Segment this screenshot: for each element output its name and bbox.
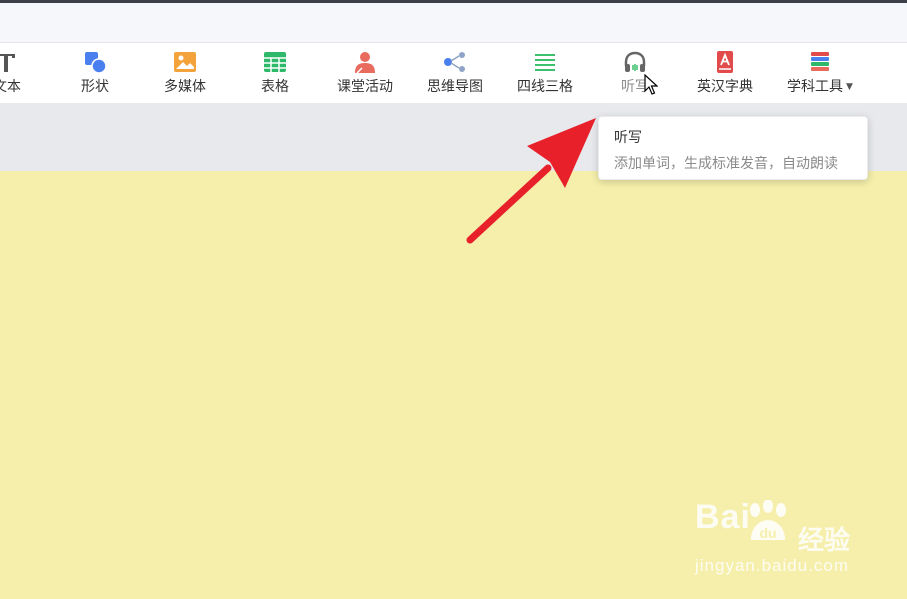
toolbar-item-label: 英汉字典 (697, 79, 753, 95)
toolbar-item-subject-tools[interactable]: 学科工具 ▼ (780, 43, 860, 103)
baidu-jingyan-watermark: Baidu du 经验 jingyan.baidu.com (695, 498, 865, 580)
tooltip-description: 添加单词，生成标准发音，自动朗读 (614, 156, 838, 172)
toolbar-item-label: 四线三格 (517, 79, 573, 95)
toolbar-item-label: 多媒体 (164, 79, 206, 95)
toolbar-item-label: 形状 (81, 79, 109, 95)
toolbar-item-mind-map[interactable]: 思维导图 (420, 43, 490, 103)
toolbar-item-label: 学科工具 (787, 79, 844, 95)
mouse-cursor-icon (644, 74, 658, 95)
table-icon (264, 52, 286, 72)
multimedia-icon (174, 52, 196, 72)
headphones-icon (624, 51, 646, 72)
watermark-chinese: 经验 (798, 526, 851, 556)
toolbar-item-label: 文本 (0, 79, 21, 95)
shape-icon (85, 52, 107, 74)
mind-map-icon (444, 52, 465, 72)
toolbar-item-label-row: 学科工具 ▼ (780, 78, 860, 96)
dictation-tooltip: 听写 添加单词，生成标准发音，自动朗读 (598, 116, 868, 180)
toolbar-item-classroom-activity[interactable]: 课堂活动 (330, 43, 400, 103)
tooltip-title: 听写 (614, 130, 642, 146)
toolbar-item-table[interactable]: 表格 (245, 43, 305, 103)
paw-icon: du (750, 500, 786, 541)
toolbar-item-label: 表格 (261, 79, 289, 95)
subject-tools-icon (811, 52, 829, 71)
text-icon (0, 54, 15, 72)
toolbar-item-four-line-grid[interactable]: 四线三格 (510, 43, 580, 103)
toolbar-item-label: 课堂活动 (337, 79, 393, 95)
title-bar (0, 3, 907, 43)
classroom-activity-icon (355, 52, 375, 74)
chevron-down-icon[interactable]: ▼ (846, 82, 853, 92)
toolbar-item-dictionary[interactable]: 英汉字典 (690, 43, 760, 103)
toolbar-item-multimedia[interactable]: 多媒体 (155, 43, 215, 103)
toolbar-item-text[interactable]: 文本 (0, 43, 32, 103)
toolbar-item-shape[interactable]: 形状 (65, 43, 125, 103)
four-line-grid-icon (535, 54, 555, 71)
insert-toolbar: 文本 形状 多媒体 表格 课堂活动 (0, 43, 907, 103)
dictionary-icon (717, 51, 733, 73)
svg-text:du: du (759, 525, 776, 541)
toolbar-item-label: 思维导图 (427, 79, 483, 95)
watermark-url: jingyan.baidu.com (695, 556, 850, 575)
